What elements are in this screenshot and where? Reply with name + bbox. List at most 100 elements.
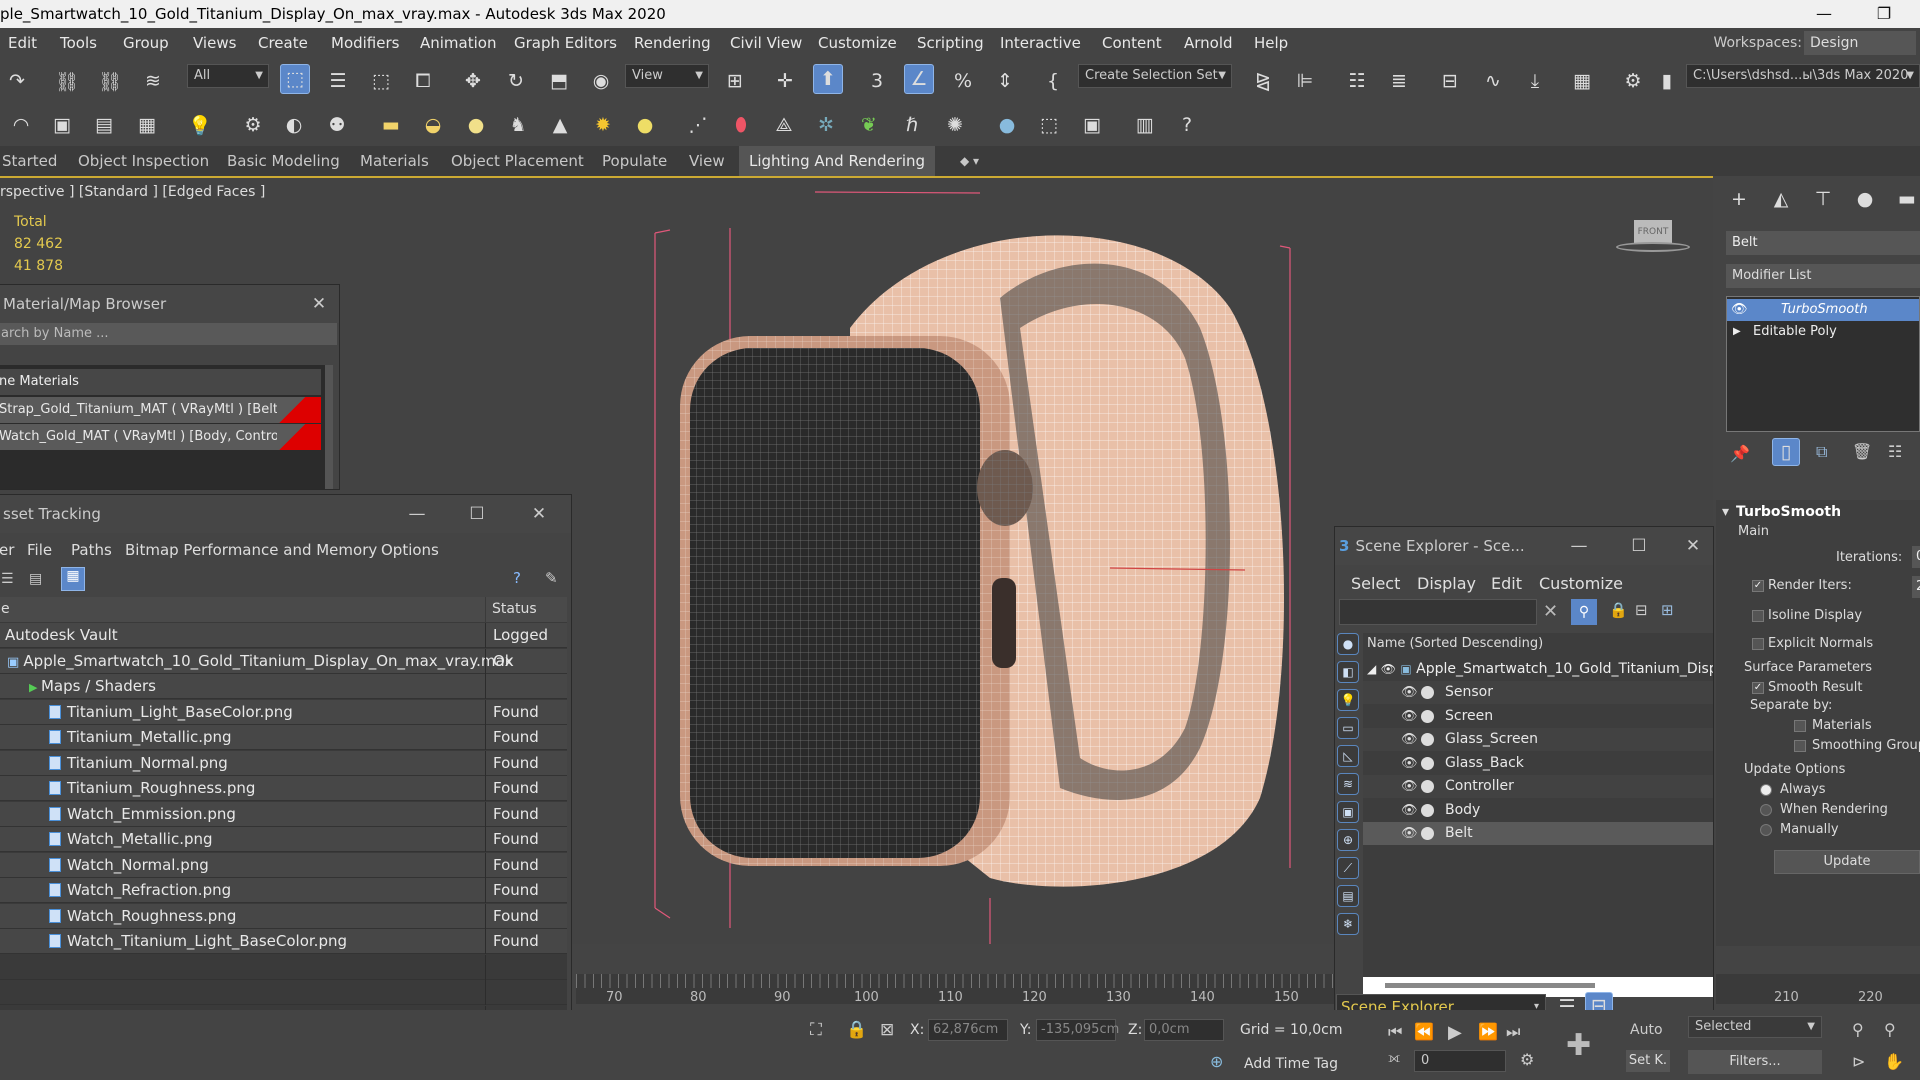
maximize-button[interactable]: ❐ xyxy=(1864,0,1904,28)
tab-view[interactable]: View xyxy=(689,146,725,176)
spot-light-icon[interactable]: ▲ xyxy=(545,110,575,140)
scene-object-row[interactable]: 👁 Belt xyxy=(1363,822,1713,845)
maximize-icon[interactable]: ☐ xyxy=(1619,527,1659,565)
close-icon[interactable]: ✕ xyxy=(519,495,559,533)
isoline-display-checkbox[interactable] xyxy=(1752,610,1764,622)
menu-graph-editors[interactable]: Graph Editors xyxy=(514,28,617,58)
minimize-icon[interactable]: — xyxy=(397,495,437,533)
asset-row[interactable]: Watch_Normal.png Found xyxy=(0,852,567,878)
visibility-eye-icon[interactable]: 👁 xyxy=(1401,705,1418,728)
layer-tree-icon[interactable]: ⊞ xyxy=(1661,601,1674,619)
smoothing-groups-checkbox[interactable] xyxy=(1794,740,1806,752)
menu-arnold[interactable]: Arnold xyxy=(1184,28,1233,58)
dome-icon[interactable]: ◒ xyxy=(418,110,448,140)
se-menu-select[interactable]: Select xyxy=(1351,569,1400,599)
mirror-icon[interactable]: ⧎ xyxy=(1248,66,1278,96)
se-menu-edit[interactable]: Edit xyxy=(1491,569,1522,599)
eye-icon[interactable]: 👁 xyxy=(1731,299,1748,321)
edit-named-selection-icon[interactable]: { xyxy=(1038,66,1068,96)
layer-icon[interactable]: ▤ xyxy=(89,110,119,140)
asset-row[interactable]: Autodesk VaultLogged O.. xyxy=(0,623,567,669)
plant-icon[interactable]: ❦ xyxy=(854,110,884,140)
iterations-spinner[interactable]: 0 xyxy=(1912,546,1920,568)
hierarchy-icon[interactable]: ⊟ xyxy=(1635,601,1648,619)
bind-spacewarp-icon[interactable]: ≋ xyxy=(138,66,168,96)
container-filter-icon[interactable]: ▤ xyxy=(1337,885,1359,907)
all-filter-icon[interactable]: ❄ xyxy=(1337,913,1359,935)
material-group-header[interactable]: ne Materials xyxy=(0,369,321,395)
close-icon[interactable]: ✕ xyxy=(299,285,339,323)
projector-icon[interactable]: ⚙ xyxy=(238,110,268,140)
lock-icon[interactable]: 🔒 xyxy=(1609,601,1628,619)
menu-rendering[interactable]: Rendering xyxy=(634,28,711,58)
material-item[interactable]: Strap_Gold_Titanium_MAT ( VRayMtl ) [Bel… xyxy=(0,397,321,423)
render-iters-spinner[interactable]: 2 xyxy=(1912,576,1920,598)
keyboard-shortcut-toggle-icon[interactable]: ⬆ xyxy=(813,64,843,94)
render-frame-icon[interactable]: ▮ xyxy=(1652,66,1682,96)
motion-tab-icon[interactable]: ● xyxy=(1850,184,1880,214)
grid-icon[interactable]: ▦ xyxy=(132,110,162,140)
clear-search-icon[interactable]: ✕ xyxy=(1543,601,1558,622)
set-key-button[interactable]: Set K. xyxy=(1626,1050,1670,1072)
timeline-ruler[interactable]: 70 80 90 100 110 120 130 140 150 xyxy=(576,974,1334,1005)
render-setup-icon[interactable]: ⚙ xyxy=(1618,66,1648,96)
se-menu-customize[interactable]: Customize xyxy=(1539,569,1623,599)
expand-arrow-icon[interactable]: ◢ xyxy=(1367,662,1376,676)
select-by-name-icon[interactable]: ☰ xyxy=(323,66,353,96)
timeline-ruler-right[interactable]: 210 220 xyxy=(1716,974,1920,1005)
field-of-view-icon[interactable]: ⊳ xyxy=(1852,1052,1865,1071)
detail-view-icon[interactable]: ▤ xyxy=(29,571,42,587)
asset-row[interactable]: Watch_Refraction.png Found xyxy=(0,878,567,903)
zoom-all-icon[interactable]: ⚲ xyxy=(1884,1020,1896,1039)
visibility-eye-icon[interactable]: 👁 xyxy=(1401,752,1418,775)
geometry-filter-icon[interactable]: ● xyxy=(1337,633,1359,655)
se-menu-display[interactable]: Display xyxy=(1417,569,1476,599)
auto-key-button[interactable]: Auto xyxy=(1630,1022,1663,1038)
tab-lighting-and-rendering[interactable]: Lighting And Rendering xyxy=(739,146,936,176)
scene-root-node[interactable]: ◢ 👁 ▣ Apple_Smartwatch_10_Gold_Titanium_… xyxy=(1363,657,1713,681)
asset-row[interactable]: Titanium_Metallic.png Found xyxy=(0,725,567,750)
minimize-icon[interactable]: — xyxy=(1559,527,1599,565)
explicit-normals-checkbox[interactable] xyxy=(1752,638,1764,650)
curve-editor-icon[interactable]: ∿ xyxy=(1478,66,1508,96)
tab-object-placement[interactable]: Object Placement xyxy=(451,146,584,176)
move-icon[interactable]: ✥ xyxy=(458,66,488,96)
menu-customize[interactable]: Customize xyxy=(818,28,897,58)
tab-materials[interactable]: Materials xyxy=(360,146,429,176)
sphere-half-icon[interactable]: ◐ xyxy=(279,110,309,140)
absolute-mode-icon[interactable]: ⊠ xyxy=(880,1020,894,1040)
select-manipulate-icon[interactable]: ✛ xyxy=(770,66,800,96)
manually-radio[interactable] xyxy=(1760,824,1772,836)
project-folder-dropdown[interactable]: C:\Users\dshsd...ы\3ds Max 2020 ▼ xyxy=(1686,64,1920,88)
named-selection-dropdown[interactable]: Create Selection Set ▼ xyxy=(1078,64,1232,88)
visibility-eye-icon[interactable]: 👁 xyxy=(1401,728,1418,751)
menu-edit[interactable]: Edit xyxy=(8,28,37,58)
group-filter-icon[interactable]: ▣ xyxy=(1337,801,1359,823)
object-name-field[interactable]: Belt xyxy=(1726,231,1920,255)
close-icon[interactable]: ✕ xyxy=(1673,527,1713,565)
pin-stack-icon[interactable]: 📌 xyxy=(1730,444,1750,463)
redo-icon[interactable]: ↷ xyxy=(2,66,32,96)
modifier-stack-item-editable-poly[interactable]: ▶ Editable Poly xyxy=(1727,321,1919,343)
workspace-dropdown[interactable]: Design Standard xyxy=(1804,31,1916,75)
asset-row[interactable]: ▣ Apple_Smartwatch_10_Gold_Titanium_Disp… xyxy=(0,648,567,674)
y-coordinate-field[interactable]: -135,095cm xyxy=(1036,1019,1119,1041)
xref-filter-icon[interactable]: ⊕ xyxy=(1337,829,1359,851)
asset-row[interactable]: Titanium_Light_BaseColor.png Found xyxy=(0,699,567,725)
filters-button[interactable]: Filters... xyxy=(1688,1050,1822,1074)
asset-row[interactable]: Titanium_Roughness.png Found xyxy=(0,776,567,801)
expand-arrow-icon[interactable]: ▶ xyxy=(1733,321,1741,343)
visibility-eye-icon[interactable]: 👁 xyxy=(1401,799,1418,822)
unlink-icon[interactable]: ⛓ xyxy=(95,66,125,96)
smooth-result-checkbox[interactable]: ✓ xyxy=(1752,682,1764,694)
list-view-icon[interactable]: ☰ xyxy=(1,571,14,587)
visibility-eye-icon[interactable]: 👁 xyxy=(1381,662,1396,676)
modifier-stack-item-turbosmooth[interactable]: 👁 TurboSmooth xyxy=(1727,299,1919,321)
camera-icon[interactable]: ⚉ xyxy=(322,110,352,140)
ambient-light-icon[interactable]: ● xyxy=(630,110,660,140)
always-radio[interactable] xyxy=(1760,784,1772,796)
tab-populate[interactable]: Populate xyxy=(602,146,667,176)
gear-blue-icon[interactable]: ✲ xyxy=(811,110,841,140)
menu-views[interactable]: Views xyxy=(193,28,236,58)
snaps-toggle-icon[interactable]: 3 xyxy=(862,66,892,96)
